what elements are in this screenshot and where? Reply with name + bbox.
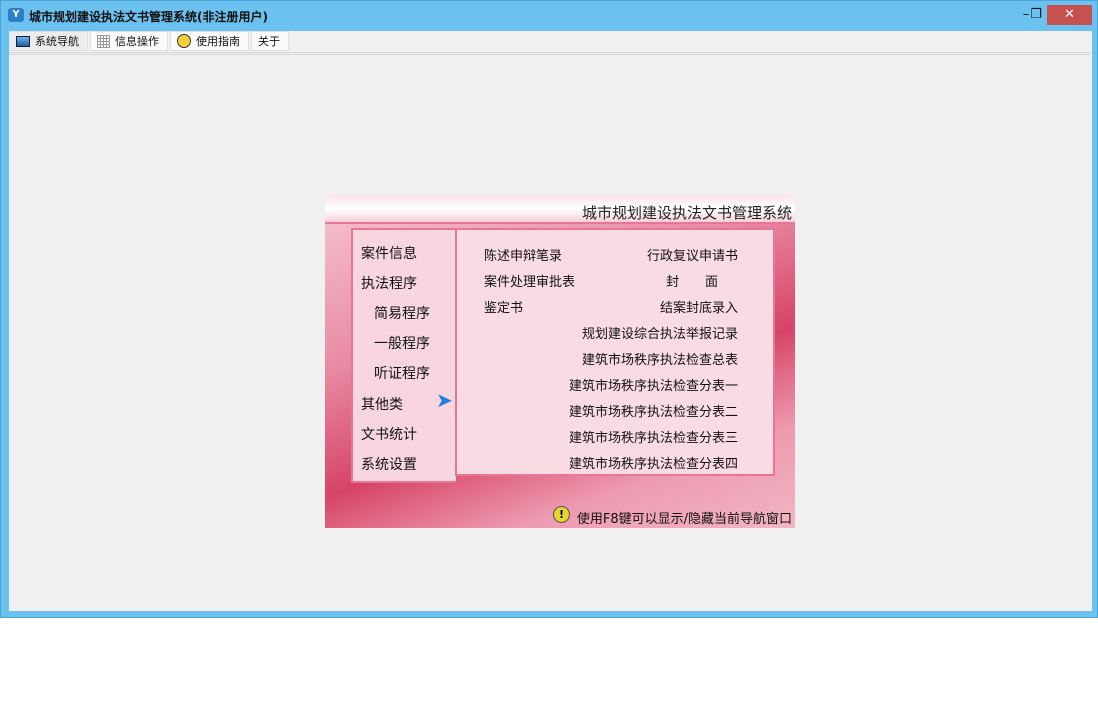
f8-hint: 使用F8键可以显示/隐藏当前导航窗口 xyxy=(576,512,792,527)
panel-title: 城市规划建设执法文书管理系统 xyxy=(581,204,792,222)
tab-system-nav[interactable]: 系统导航 xyxy=(9,31,88,51)
monitor-icon xyxy=(16,35,30,47)
doc-item[interactable]: 建筑市场秩序执法检查总表 xyxy=(582,349,738,368)
menu-stats[interactable]: 文书统计 xyxy=(361,424,417,444)
close-button[interactable]: ✕ xyxy=(1047,5,1092,25)
doc-item[interactable]: 建筑市场秩序执法检查分表一 xyxy=(569,375,738,394)
tab-info-ops[interactable]: 信息操作 xyxy=(90,31,168,51)
tab-label: 使用指南 xyxy=(196,35,240,48)
menu-settings[interactable]: 系统设置 xyxy=(361,454,417,474)
doc-item[interactable]: 案件处理审批表 xyxy=(484,271,575,290)
tab-label: 关于 xyxy=(258,35,280,48)
menu-other[interactable]: 其他类 xyxy=(361,394,403,414)
navigation-panel: 城市规划建设执法文书管理系统 案件信息 执法程序 简易程序 一般程序 听证程序 … xyxy=(325,195,795,528)
clock-icon xyxy=(177,34,191,48)
menu-enforcement[interactable]: 执法程序 xyxy=(361,273,417,293)
tab-bar: 系统导航 信息操作 使用指南 关于 xyxy=(9,31,289,51)
doc-item[interactable]: 建筑市场秩序执法检查分表二 xyxy=(569,401,738,420)
tab-label: 信息操作 xyxy=(115,35,159,48)
doc-item[interactable]: 建筑市场秩序执法检查分表四 xyxy=(569,453,738,472)
grid-icon xyxy=(97,34,110,48)
menu-hearing[interactable]: 听证程序 xyxy=(374,363,430,383)
tab-about[interactable]: 关于 xyxy=(251,31,289,51)
doc-item[interactable]: 行政复议申请书 xyxy=(647,245,738,264)
app-icon: Y xyxy=(8,8,24,22)
divider xyxy=(9,52,1090,55)
doc-item[interactable]: 结案封底录入 xyxy=(660,297,738,316)
doc-item[interactable]: 鉴定书 xyxy=(484,297,523,316)
doc-item[interactable]: 封 面 xyxy=(666,271,718,290)
doc-item[interactable]: 陈述申辩笔录 xyxy=(484,245,562,264)
left-menu xyxy=(351,228,456,483)
menu-general[interactable]: 一般程序 xyxy=(374,333,430,353)
arrow-icon: ➤ xyxy=(436,388,453,412)
doc-item[interactable]: 规划建设综合执法举报记录 xyxy=(582,323,738,342)
doc-item[interactable]: 建筑市场秩序执法检查分表三 xyxy=(569,427,738,446)
menu-case-info[interactable]: 案件信息 xyxy=(361,243,417,263)
tab-guide[interactable]: 使用指南 xyxy=(170,31,249,51)
info-icon: ! xyxy=(553,506,570,523)
menu-simple[interactable]: 简易程序 xyxy=(374,303,430,323)
window-title: 城市规划建设执法文书管理系统(非注册用户) xyxy=(29,10,268,24)
tab-label: 系统导航 xyxy=(35,35,79,48)
panel-header: 城市规划建设执法文书管理系统 xyxy=(325,195,795,224)
